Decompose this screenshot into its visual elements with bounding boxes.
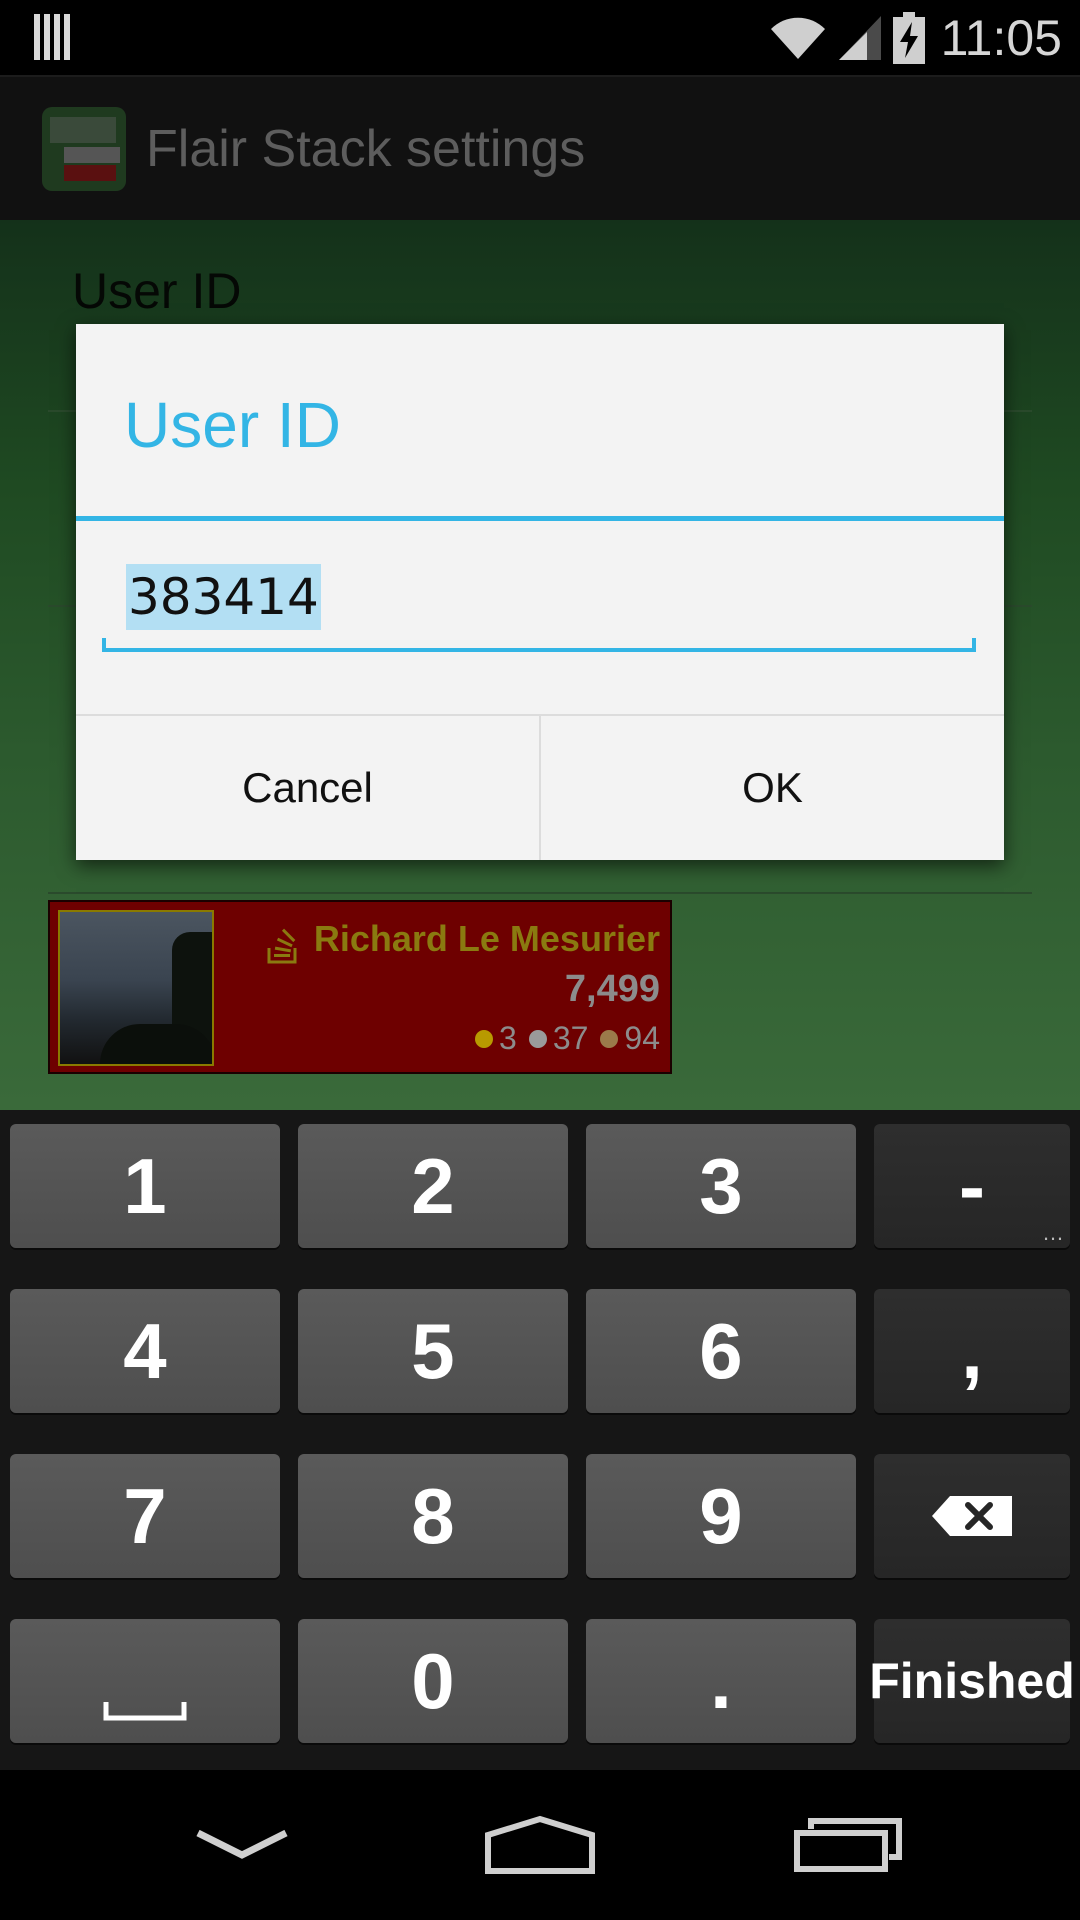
home-button[interactable] <box>470 1810 610 1880</box>
backspace-icon <box>932 1496 1012 1536</box>
key-dash[interactable]: - … <box>874 1124 1070 1248</box>
key-space[interactable] <box>10 1619 280 1743</box>
ok-button[interactable]: OK <box>539 716 1004 860</box>
page-title: Flair Stack settings <box>146 120 586 178</box>
key-3[interactable]: 3 <box>586 1124 856 1248</box>
navigation-bar <box>0 1770 1080 1920</box>
key-8[interactable]: 8 <box>298 1454 568 1578</box>
bronze-badge-icon <box>600 1029 619 1048</box>
pref-user-id-title[interactable]: User ID <box>72 262 241 320</box>
flair-avatar <box>58 910 214 1066</box>
app-icon[interactable] <box>42 107 126 191</box>
key-dash-hint: … <box>1042 1220 1064 1245</box>
battery-charging-icon <box>892 12 925 64</box>
gold-badge-icon <box>475 1029 494 1048</box>
recent-apps-icon <box>794 1818 902 1872</box>
key-6[interactable]: 6 <box>586 1289 856 1413</box>
key-1[interactable]: 1 <box>10 1124 280 1248</box>
status-bar: 11:05 <box>0 0 1080 75</box>
key-dash-label: - <box>959 1141 985 1230</box>
space-icon <box>103 1702 187 1721</box>
user-id-input[interactable]: 383414 <box>102 544 976 652</box>
key-4[interactable]: 4 <box>10 1289 280 1413</box>
clock: 11:05 <box>940 10 1062 66</box>
key-comma[interactable]: , <box>874 1289 1070 1413</box>
stackoverflow-icon <box>267 928 297 964</box>
numeric-keyboard: 1 2 3 - … 4 5 6 , 7 8 9 0 . Finished <box>0 1110 1080 1770</box>
key-2[interactable]: 2 <box>298 1124 568 1248</box>
bronze-badge-count: 94 <box>624 1020 660 1056</box>
user-id-input-value[interactable]: 383414 <box>126 564 321 630</box>
cancel-button[interactable]: Cancel <box>76 716 539 860</box>
key-9[interactable]: 9 <box>586 1454 856 1578</box>
key-0[interactable]: 0 <box>298 1619 568 1743</box>
flair-reputation: 7,499 <box>564 968 660 1010</box>
key-5[interactable]: 5 <box>298 1289 568 1413</box>
user-id-dialog: User ID 383414 Cancel OK <box>76 324 1004 860</box>
key-backspace[interactable] <box>874 1454 1070 1578</box>
chevron-down-icon <box>196 1829 288 1859</box>
dialog-title-divider <box>76 516 1004 521</box>
key-dot[interactable]: . <box>586 1619 856 1743</box>
flair-user-name: Richard Le Mesurier <box>313 918 660 959</box>
recent-apps-button[interactable] <box>778 1810 918 1880</box>
flair-badges: 3 37 94 <box>467 1020 660 1057</box>
finished-button[interactable]: Finished <box>869 1619 1075 1743</box>
gold-badge-count: 3 <box>499 1020 517 1056</box>
status-icons: 11:05 <box>769 8 1062 68</box>
silver-badge-icon <box>528 1029 547 1048</box>
dialog-title: User ID <box>124 389 341 461</box>
flair-preview-card: Richard Le Mesurier 7,499 3 37 94 <box>48 900 672 1074</box>
home-icon <box>485 1815 595 1874</box>
divider <box>48 892 1032 894</box>
signal-icon <box>838 16 881 60</box>
hide-keyboard-button[interactable] <box>172 1810 312 1880</box>
key-7[interactable]: 7 <box>10 1454 280 1578</box>
action-bar: Flair Stack settings <box>0 75 1080 220</box>
silver-badge-count: 37 <box>552 1020 589 1056</box>
dialog-button-bar: Cancel OK <box>76 714 1004 860</box>
notification-icon <box>34 14 74 60</box>
wifi-icon <box>770 17 825 59</box>
